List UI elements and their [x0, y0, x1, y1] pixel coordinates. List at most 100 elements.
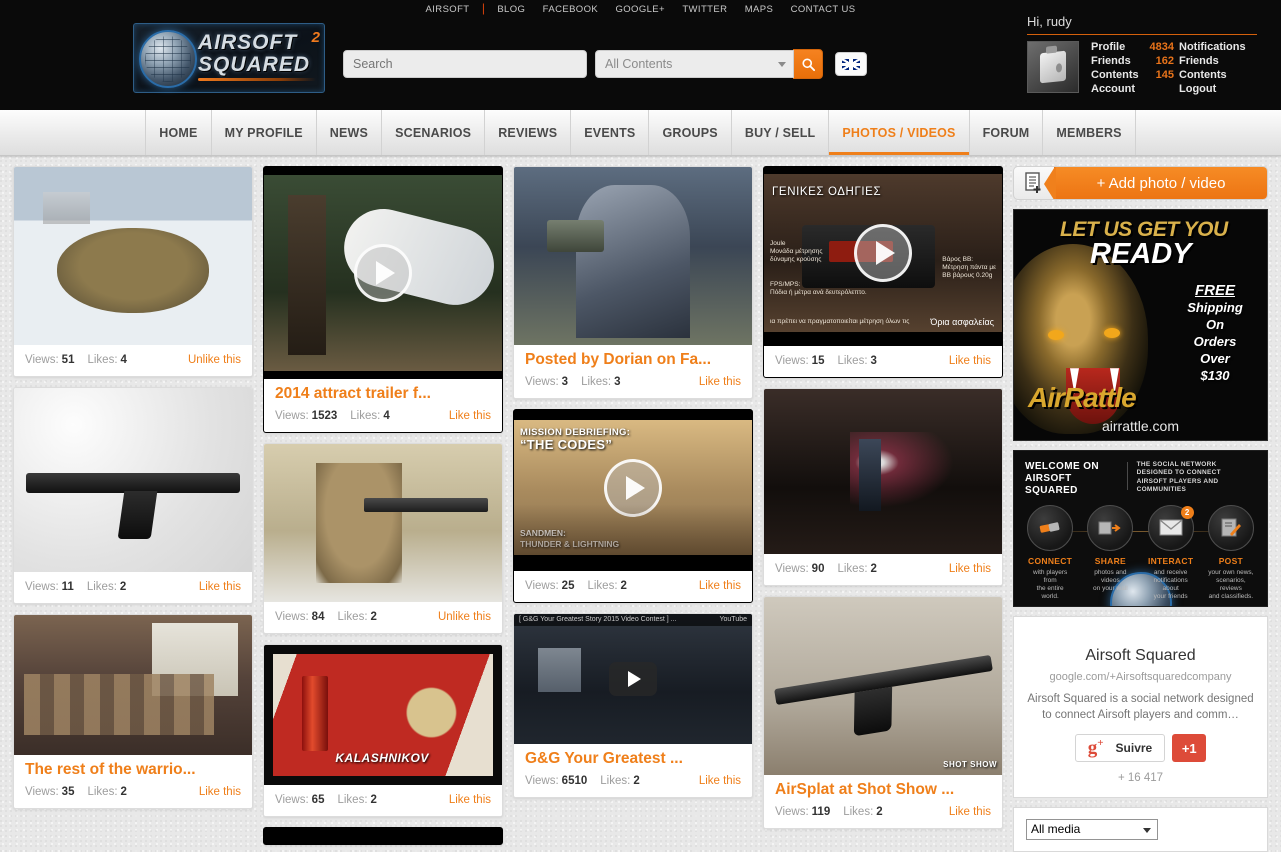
media-card[interactable]: SHOT SHOW AirSplat at Shot Show ... View… — [763, 596, 1003, 829]
like-toggle[interactable]: Like this — [949, 563, 991, 575]
youtube-play-icon[interactable] — [609, 662, 657, 696]
welcome-feature-share[interactable]: SHARE photos and videos on your wall — [1087, 504, 1134, 601]
media-card[interactable]: Views: 11 Likes: 2 Like this — [13, 387, 253, 604]
views-label: Views: — [275, 410, 309, 422]
media-card-partial[interactable] — [263, 827, 503, 845]
likes-value: 2 — [120, 786, 127, 798]
user-link-contents[interactable]: Contents — [1091, 69, 1149, 81]
card-title[interactable]: The rest of the warrio... — [14, 755, 252, 782]
top-link-airsoft[interactable]: AIRSOFT — [426, 4, 470, 15]
card-title[interactable]: AirSplat at Shot Show ... — [764, 775, 1002, 802]
media-card[interactable]: Posted by Dorian on Fa... Views: 3 Likes:… — [513, 166, 753, 399]
photo-thumbnail[interactable] — [764, 389, 1002, 554]
uk-flag-icon — [842, 58, 860, 70]
views-label: Views: — [525, 376, 559, 388]
search-input[interactable] — [343, 50, 587, 78]
nav-item-forum[interactable]: FORUM — [970, 110, 1044, 155]
media-card[interactable]: ΓΕΝΙΚΕΣ ΟΔΗΓΙΕΣ Joule Μονάδα μέτρησης δύ… — [763, 166, 1003, 378]
gplus-plus-one-button[interactable]: +1 — [1172, 734, 1207, 762]
media-card[interactable]: Views: 90 Likes: 2 Like this — [763, 388, 1003, 586]
welcome-feature-connect[interactable]: CONNECT with players from the entire wor… — [1027, 504, 1074, 601]
user-link-logout[interactable]: Logout — [1179, 83, 1246, 95]
add-photo-video-row[interactable]: + Add photo / video — [1013, 166, 1268, 201]
photo-thumbnail[interactable] — [14, 167, 252, 345]
user-link-friends-count[interactable]: Friends — [1179, 55, 1246, 67]
welcome-feature-interact[interactable]: 2 INTERACT and receive notifications abo… — [1147, 504, 1194, 601]
media-card[interactable]: 2014 attract trailer f... Views: 1523 Lik… — [263, 166, 503, 433]
media-card[interactable]: Views: 51 Likes: 4 Unlike this — [13, 166, 253, 377]
like-toggle[interactable]: Like this — [199, 786, 241, 798]
media-card[interactable]: [ G&G Your Greatest Story 2015 Video Con… — [513, 613, 753, 798]
user-link-notifications[interactable]: Notifications — [1179, 41, 1246, 53]
like-toggle[interactable]: Like this — [949, 806, 991, 818]
top-link-facebook[interactable]: FACEBOOK — [543, 4, 598, 15]
add-photo-video-button[interactable]: + Add photo / video — [1044, 167, 1267, 200]
nav-item-groups[interactable]: GROUPS — [649, 110, 732, 155]
top-link-googleplus[interactable]: GOOGLE+ — [615, 4, 665, 15]
nav-item-photos-videos[interactable]: PHOTOS / VIDEOS — [829, 110, 970, 155]
media-card[interactable]: Views: 84 Likes: 2 Unlike this — [263, 443, 503, 634]
like-toggle[interactable]: Like this — [699, 376, 741, 388]
video-thumbnail[interactable]: [ G&G Your Greatest Story 2015 Video Con… — [514, 614, 752, 744]
media-card[interactable]: MISSION DEBRIEFING: “THE CODES” SANDMEN:… — [513, 409, 753, 603]
gplus-page-url[interactable]: google.com/+Airsoftsquaredcompany — [1026, 671, 1255, 683]
views-value: 25 — [561, 580, 575, 592]
video-thumbnail[interactable]: MISSION DEBRIEFING: “THE CODES” SANDMEN:… — [514, 420, 752, 555]
search-scope-select[interactable]: All Contents — [595, 50, 794, 78]
nav-item-events[interactable]: EVENTS — [571, 110, 650, 155]
photo-thumbnail[interactable]: KALASHNIKOV — [264, 645, 502, 785]
photo-thumbnail[interactable]: SHOT SHOW — [764, 597, 1002, 775]
like-toggle[interactable]: Like this — [949, 355, 991, 367]
gplus-follow-button[interactable]: g+ Suivre — [1074, 734, 1166, 762]
card-stats: Views: 119 Likes: 2 Like this — [775, 806, 991, 818]
nav-item-news[interactable]: NEWS — [317, 110, 383, 155]
user-link-friends[interactable]: Friends — [1091, 55, 1149, 67]
play-icon[interactable] — [354, 244, 412, 302]
photo-thumbnail[interactable] — [14, 388, 252, 572]
search-button[interactable] — [793, 49, 823, 79]
video-thumbnail[interactable]: ΓΕΝΙΚΕΣ ΟΔΗΓΙΕΣ Joule Μονάδα μέτρησης δύ… — [764, 174, 1002, 332]
media-filter-select[interactable]: All media — [1026, 819, 1158, 840]
nav-item-scenarios[interactable]: SCENARIOS — [382, 110, 486, 155]
nav-item-reviews[interactable]: REVIEWS — [485, 110, 572, 155]
page-content: Views:51 Likes:4 Unlike this Views:11 — [0, 156, 1281, 852]
like-toggle[interactable]: Like this — [449, 410, 491, 422]
nav-item-members[interactable]: MEMBERS — [1043, 110, 1136, 155]
user-link-account[interactable]: Account — [1091, 83, 1149, 95]
like-toggle[interactable]: Like this — [699, 775, 741, 787]
site-logo[interactable]: AIRSOFT SQUARED 2 — [133, 23, 325, 93]
like-toggle[interactable]: Like this — [449, 794, 491, 806]
language-button[interactable] — [835, 52, 867, 76]
photo-thumbnail[interactable] — [514, 167, 752, 345]
media-card[interactable]: KALASHNIKOV Views: 65 Likes: 2 Like this — [263, 644, 503, 817]
play-icon[interactable] — [854, 224, 912, 282]
top-link-maps[interactable]: MAPS — [745, 4, 774, 15]
media-card[interactable]: The rest of the warrio... Views: 35 Likes… — [13, 614, 253, 809]
advertisement-banner[interactable]: LET US GET YOU READY FREE Shipping On Or… — [1013, 209, 1268, 441]
photo-thumbnail[interactable] — [14, 615, 252, 755]
card-title[interactable]: Posted by Dorian on Fa... — [514, 345, 752, 372]
avatar[interactable] — [1027, 41, 1079, 93]
user-link-contents-count[interactable]: Contents — [1179, 69, 1246, 81]
top-link-contact-us[interactable]: CONTACT US — [791, 4, 856, 15]
welcome-feature-post[interactable]: POST your own news, scenarios, reviews a… — [1207, 504, 1254, 601]
play-icon[interactable] — [604, 458, 662, 517]
nav-item-home[interactable]: HOME — [145, 110, 212, 155]
like-toggle[interactable]: Unlike this — [438, 611, 491, 623]
likes-label: Likes: — [87, 354, 118, 366]
card-title[interactable]: G&G Your Greatest ... — [514, 744, 752, 771]
like-toggle[interactable]: Like this — [699, 580, 741, 592]
magnifier-icon — [801, 57, 815, 71]
top-link-blog[interactable]: BLOG — [497, 4, 525, 15]
top-link-twitter[interactable]: TWITTER — [682, 4, 727, 15]
user-link-profile[interactable]: Profile — [1091, 41, 1149, 53]
views-label: Views: — [525, 580, 559, 592]
like-toggle[interactable]: Like this — [199, 581, 241, 593]
video-thumbnail[interactable] — [264, 175, 502, 371]
media-filter-box: All media — [1013, 807, 1268, 852]
nav-item-my-profile[interactable]: MY PROFILE — [212, 110, 317, 155]
photo-thumbnail[interactable] — [264, 444, 502, 602]
card-title[interactable]: 2014 attract trailer f... — [264, 379, 502, 406]
nav-item-buy-sell[interactable]: BUY / SELL — [732, 110, 830, 155]
like-toggle[interactable]: Unlike this — [188, 354, 241, 366]
